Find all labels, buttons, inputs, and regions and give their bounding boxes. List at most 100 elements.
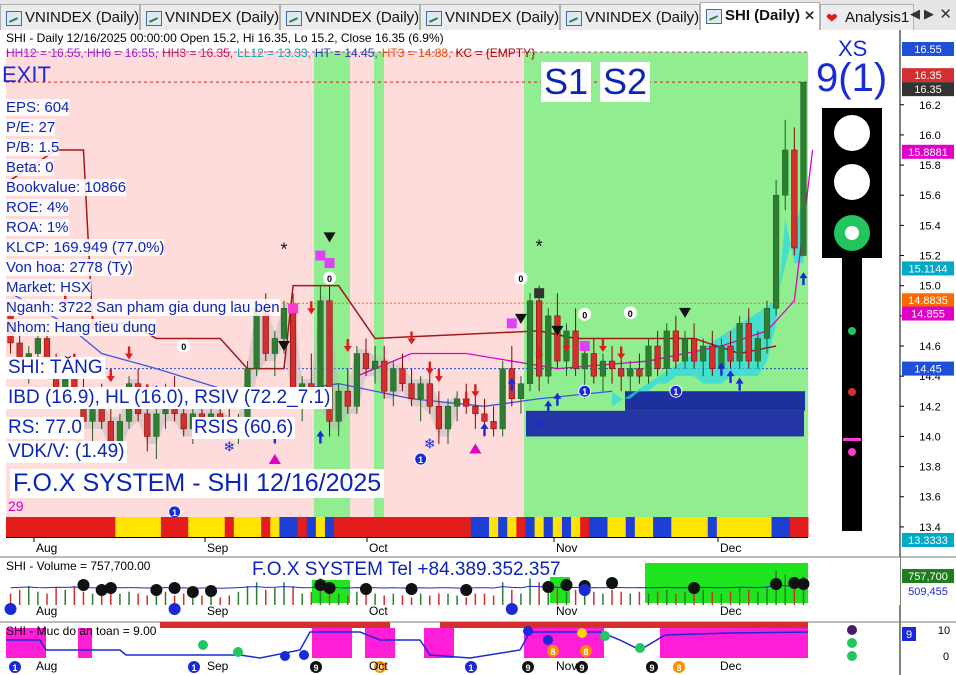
- tab-scroll-right-icon[interactable]: ▶: [924, 6, 934, 22]
- status-strip-cell: [707, 517, 718, 537]
- candle-body: [144, 413, 151, 437]
- y-tick-label: 15.6: [919, 190, 940, 202]
- chart-tab-icon: [706, 9, 722, 24]
- star-icon: *: [280, 240, 287, 260]
- month-label: Oct: [369, 541, 388, 555]
- candle-body: [608, 360, 616, 369]
- candle-body: [335, 390, 342, 422]
- tab-3[interactable]: VNINDEX (Daily): [420, 4, 560, 30]
- volume-dot-icon: [688, 582, 701, 594]
- volume-dot-icon: [460, 584, 473, 596]
- tab-label: VNINDEX (Daily): [25, 9, 140, 26]
- volume-signal-icon: [505, 603, 518, 615]
- status-strip-cell: [580, 517, 590, 537]
- volume-dot-icon: [77, 579, 90, 591]
- price-tag-label: 13.3333: [908, 535, 948, 547]
- month-label: Dec: [720, 659, 741, 673]
- status-strip-cell: [88, 517, 98, 537]
- tab-4[interactable]: VNINDEX (Daily): [560, 4, 700, 30]
- y-tick-label: 14.0: [919, 431, 940, 443]
- volume-dot-icon: [323, 582, 336, 594]
- status-strip-cell: [616, 517, 627, 537]
- status-strip-cell: [798, 517, 809, 537]
- tab-1[interactable]: VNINDEX (Daily): [140, 4, 280, 30]
- status-strip-cell: [571, 517, 581, 537]
- candle-body: [290, 308, 297, 400]
- y-tick-label: 13.4: [919, 522, 940, 534]
- volume-dot-icon: [405, 583, 418, 595]
- y-tick-label: 13.8: [919, 462, 940, 474]
- y-tick-label: 15.8: [919, 160, 940, 172]
- tab-label: VNINDEX (Daily): [585, 9, 700, 26]
- status-strip-cell: [51, 517, 62, 537]
- candle-body: [645, 345, 652, 377]
- month-label: Aug: [36, 541, 57, 555]
- tab-label: VNINDEX (Daily): [165, 9, 280, 26]
- candle-body: [116, 421, 123, 445]
- signal-square: [315, 250, 326, 261]
- tab-5[interactable]: SHI (Daily) ✕: [700, 2, 820, 31]
- status-strip-cell: [416, 517, 426, 537]
- candle-body: [235, 421, 242, 430]
- tab-scroll-left-icon[interactable]: ◀: [910, 6, 920, 22]
- month-label: Aug: [36, 604, 57, 618]
- candle-body: [736, 323, 743, 362]
- safety-dot-icon: [543, 635, 553, 645]
- candle-body: [763, 308, 771, 339]
- candle-body: [417, 383, 424, 400]
- status-strip-cell: [115, 517, 125, 537]
- volume-dot-icon: [770, 578, 783, 590]
- candle-body: [454, 398, 461, 407]
- candle-body: [618, 368, 625, 377]
- status-strip-cell: [78, 517, 89, 537]
- snowflake-icon: ❄: [533, 417, 545, 433]
- close-window-icon[interactable]: ✕: [939, 5, 952, 23]
- candle-body: [207, 413, 215, 422]
- tab-6[interactable]: ❤ Analysis1: [820, 4, 914, 30]
- status-strip-cell: [479, 517, 490, 537]
- status-strip-cell: [142, 517, 153, 537]
- y-tick-label: 16.0: [919, 130, 940, 142]
- tab-close-icon[interactable]: ✕: [804, 3, 815, 29]
- candle-body: [444, 406, 452, 430]
- status-strip-cell: [279, 517, 290, 537]
- status-strip-cell: [753, 517, 763, 537]
- safety-dot-icon: [577, 628, 587, 638]
- candle-body: [709, 345, 716, 369]
- status-strip-cell: [170, 517, 180, 537]
- candle-body: [326, 300, 333, 422]
- price-tag-label: 16.35: [914, 70, 942, 82]
- status-strip-cell: [407, 517, 417, 537]
- status-strip-cell: [561, 517, 572, 537]
- candle-body: [372, 360, 379, 369]
- volume-dot-icon: [168, 582, 181, 594]
- safety-signal-label: 9: [579, 663, 584, 673]
- candle-body: [435, 406, 442, 430]
- status-strip-cell: [151, 517, 162, 537]
- price-tag-label: 15.8881: [908, 147, 948, 159]
- tab-2[interactable]: VNINDEX (Daily): [280, 4, 420, 30]
- signal-square: [324, 258, 335, 269]
- status-strip-cell: [489, 517, 499, 537]
- status-strip-cell: [689, 517, 700, 537]
- volume-dot-icon: [205, 585, 218, 597]
- candle-body: [481, 413, 488, 422]
- status-strip-cell: [42, 517, 53, 537]
- candle-body: [262, 308, 269, 354]
- candle-body: [691, 338, 698, 362]
- price-tag-label: 16.55: [914, 44, 942, 56]
- candle-body: [599, 360, 607, 377]
- candle-body: [472, 406, 479, 415]
- safety-dot-icon: [847, 651, 857, 661]
- status-strip-cell: [607, 517, 618, 537]
- tab-0[interactable]: VNINDEX (Daily): [0, 4, 140, 30]
- chart-canvas: * *00 00 0111 1❄ ❄❄Aug Sep Oct Nov Dec 13.413.613…: [0, 30, 956, 675]
- signal-square: [534, 288, 545, 299]
- snowflake-icon: ❄: [424, 437, 436, 453]
- status-strip-cell: [334, 517, 344, 537]
- candle-body: [317, 300, 324, 400]
- candle-body: [308, 383, 315, 400]
- candle-body: [107, 421, 114, 445]
- volume-tag-label: 509,455: [908, 586, 948, 598]
- status-strip-cell: [461, 517, 472, 537]
